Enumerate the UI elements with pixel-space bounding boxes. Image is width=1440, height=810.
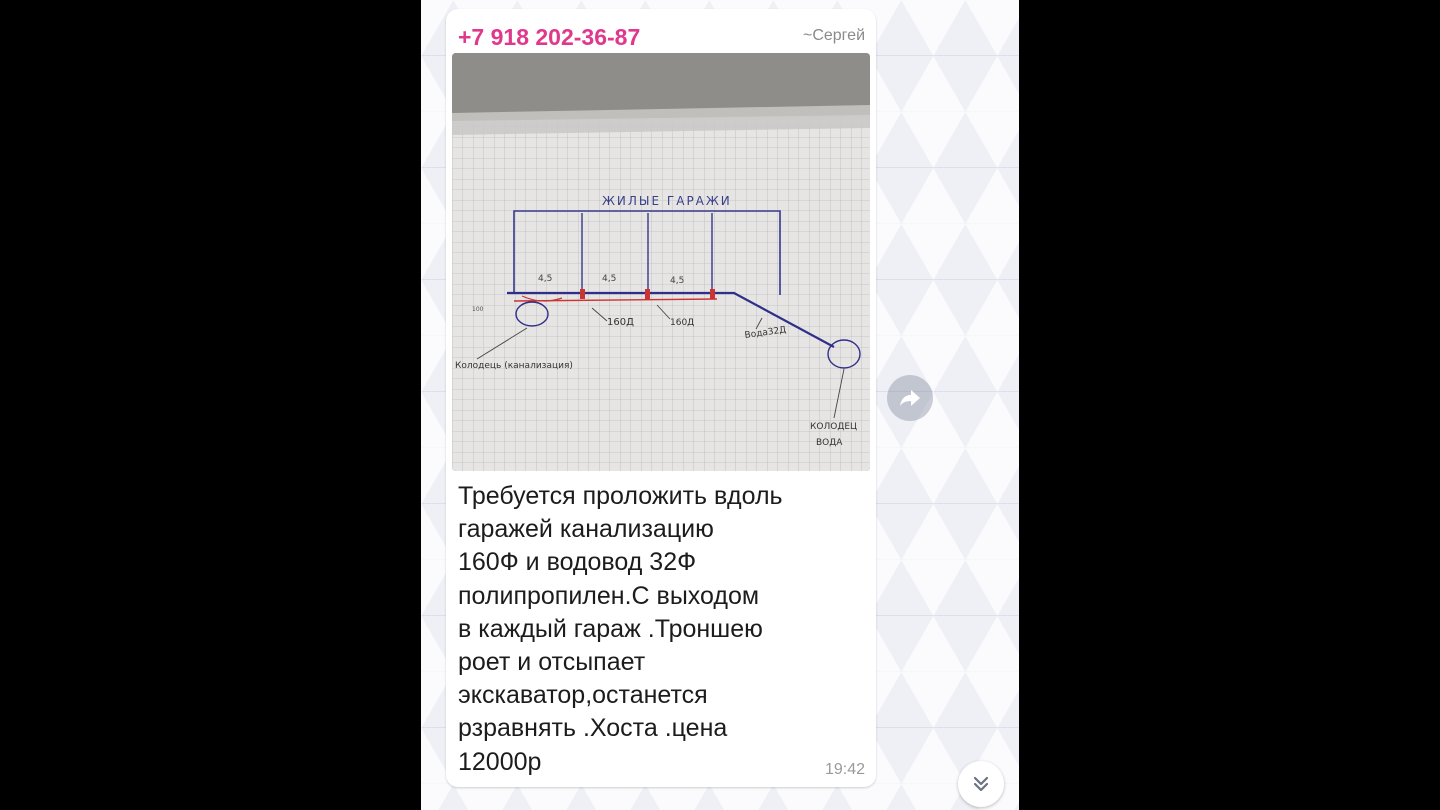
message-text: Требуется проложить вдоль гаражей канали… — [458, 482, 783, 776]
chevron-double-down-icon — [973, 776, 989, 792]
sketch-septic-label: Колодець (канализация) — [455, 361, 573, 371]
sketch-well-label-1: КОЛОДЕЦ — [810, 422, 857, 432]
sender-phone[interactable]: +7 918 202-36-87 — [458, 24, 640, 51]
sketch-width-3: 4,5 — [670, 276, 684, 286]
share-arrow-icon — [900, 390, 920, 406]
sketch-drawing: ЖИЛЫЕ ГАРАЖИ 4,5 4,5 4,5 160Д 160Д Вода3… — [452, 53, 870, 471]
share-button[interactable] — [887, 375, 933, 421]
chat-view: +7 918 202-36-87 ~Сергей ЖИЛЫЕ ГАРАЖИ 4,… — [421, 0, 1019, 810]
sketch-small-mark: 100 — [472, 306, 484, 313]
sketch-pipe-label-1: 160Д — [607, 317, 634, 328]
message-bubble[interactable]: +7 918 202-36-87 ~Сергей ЖИЛЫЕ ГАРАЖИ 4,… — [446, 9, 876, 787]
message-time: 19:42 — [824, 761, 865, 778]
sketch-width-1: 4,5 — [538, 274, 552, 284]
scroll-down-button[interactable] — [958, 761, 1004, 807]
sketch-width-2: 4,5 — [602, 274, 616, 284]
sender-alias: ~Сергей — [802, 27, 865, 44]
message-photo[interactable]: ЖИЛЫЕ ГАРАЖИ 4,5 4,5 4,5 160Д 160Д Вода3… — [452, 53, 870, 471]
sketch-pipe-label-2: 160Д — [670, 318, 694, 328]
sketch-well-label-2: ВОДА — [816, 438, 843, 448]
sketch-title: ЖИЛЫЕ ГАРАЖИ — [602, 194, 732, 208]
